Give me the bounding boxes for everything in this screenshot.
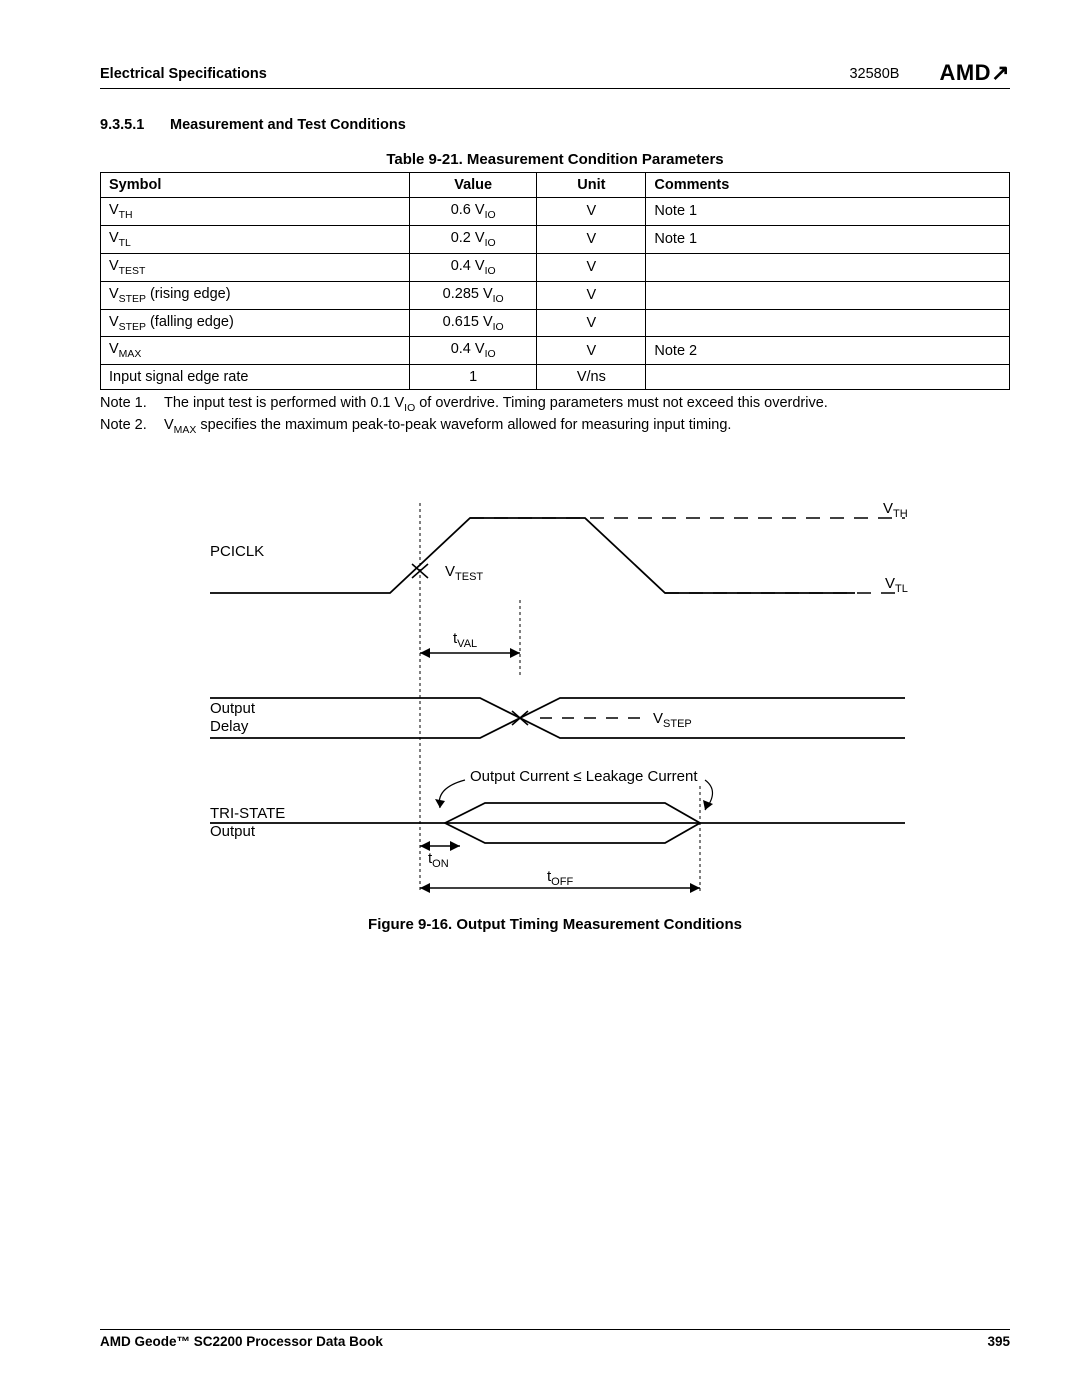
table-row: VMAX0.4 VIOVNote 2: [101, 337, 1010, 365]
footer-page: 395: [987, 1334, 1010, 1349]
note2-text: VMAX specifies the maximum peak-to-peak …: [164, 416, 731, 438]
note2-label: Note 2.: [100, 416, 164, 438]
svg-text:VTH: VTH: [883, 500, 908, 520]
svg-text:VTL: VTL: [885, 575, 908, 595]
lbl-leakage: Output Current ≤ Leakage Current: [470, 768, 698, 785]
parameters-table: Symbol Value Unit Comments VTH0.6 VIOVNo…: [100, 172, 1010, 390]
svg-text:VTEST: VTEST: [445, 563, 483, 583]
svg-text:tON: tON: [428, 850, 449, 870]
table-row: VTEST0.4 VIOV: [101, 253, 1010, 281]
note1-label: Note 1.: [100, 394, 164, 416]
header-docnum: 32580B: [849, 66, 899, 82]
lbl-tristate2: Output: [210, 823, 256, 840]
table-row: VSTEP (rising edge)0.285 VIOV: [101, 281, 1010, 309]
svg-text:tOFF: tOFF: [547, 868, 573, 888]
note1-text: The input test is performed with 0.1 VIO…: [164, 394, 828, 416]
timing-figure: PCICLK VTH VTL VTEST tVAL Output Delay V…: [100, 498, 1010, 908]
svg-text:tVAL: tVAL: [453, 630, 477, 650]
table-title: Table 9-21. Measurement Condition Parame…: [100, 151, 1010, 168]
header-section: Electrical Specifications: [100, 66, 849, 82]
table-row: VSTEP (falling edge)0.615 VIOV: [101, 309, 1010, 337]
table-notes: Note 1. The input test is performed with…: [100, 394, 1010, 438]
page-header: Electrical Specifications 32580B AMD↗: [100, 58, 1010, 89]
lbl-outdelay1: Output: [210, 700, 256, 717]
lbl-pciclk: PCICLK: [210, 543, 264, 560]
footer-left: AMD Geode™ SC2200 Processor Data Book: [100, 1334, 987, 1349]
section-heading: 9.3.5.1Measurement and Test Conditions: [100, 117, 1010, 133]
table-row: Input signal edge rate1V/ns: [101, 365, 1010, 390]
lbl-tristate1: TRI-STATE: [210, 805, 285, 822]
th-unit: Unit: [537, 173, 646, 198]
lbl-outdelay2: Delay: [210, 718, 249, 735]
table-row: VTH0.6 VIOVNote 1: [101, 198, 1010, 226]
page-footer: AMD Geode™ SC2200 Processor Data Book 39…: [100, 1329, 1010, 1349]
figure-title: Figure 9-16. Output Timing Measurement C…: [100, 916, 1010, 933]
th-value: Value: [410, 173, 537, 198]
table-row: VTL0.2 VIOVNote 1: [101, 225, 1010, 253]
th-comments: Comments: [646, 173, 1010, 198]
svg-text:VSTEP: VSTEP: [653, 710, 692, 730]
amd-logo: AMD↗: [939, 60, 1010, 86]
th-symbol: Symbol: [101, 173, 410, 198]
